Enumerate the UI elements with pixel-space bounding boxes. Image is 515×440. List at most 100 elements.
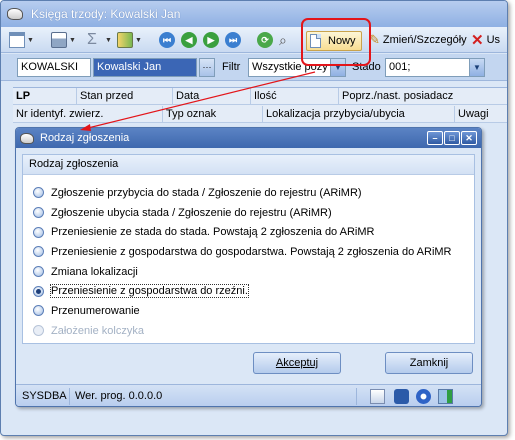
new-document-icon (310, 34, 321, 48)
filter-select-value: Wszystkie pozy (252, 61, 328, 73)
column-posiadacz[interactable]: Poprz./nast. posiadacz (339, 88, 507, 105)
delete-label: Us (486, 34, 501, 46)
status-bar: SYSDBA Wer. prog. 0.0.0.0 (16, 384, 481, 406)
grid-header: LP Stan przed Data Ilość Poprz./nast. po… (13, 87, 507, 123)
radio-option-label: Zgłoszenie przybycia do stada / Zgłoszen… (51, 186, 362, 199)
dropdown-arrow-icon: ▼ (135, 36, 142, 44)
radio-option-label: Przeniesienie ze stada do stada. Powstaj… (51, 226, 375, 239)
new-button-label: Nowy (328, 35, 356, 47)
radio-button-icon[interactable] (33, 266, 44, 278)
chevron-down-icon[interactable]: ▼ (330, 59, 345, 76)
column-uwagi[interactable]: Uwagi (455, 106, 507, 123)
column-typ-oznak[interactable]: Typ oznak (163, 106, 263, 123)
radio-button-icon[interactable] (33, 246, 44, 258)
main-titlebar: Księga trzody: Kowalski Jan (1, 1, 507, 27)
dropdown-arrow-icon: ▼ (69, 36, 76, 44)
column-nr-identyf[interactable]: Nr identyf. zwierz. (13, 106, 163, 123)
calculator-icon[interactable] (370, 389, 385, 404)
status-separator (356, 388, 357, 405)
filter-label: Filtr (222, 61, 241, 73)
search-button[interactable]: ⌕ (279, 30, 295, 50)
radio-option-label: Przenumerowanie (51, 304, 140, 317)
chevron-down-icon[interactable]: ▼ (469, 59, 484, 76)
radio-option[interactable]: Przeniesienie z gospodarstwa do rzeźni. (33, 281, 452, 301)
radio-button-icon[interactable] (33, 187, 44, 199)
status-separator (69, 388, 70, 405)
next-record-button[interactable]: ▶ (203, 30, 219, 50)
dialog-titlebar: Rodzaj zgłoszenia – □ ✕ (16, 128, 481, 148)
owner-name-field[interactable]: Kowalski Jan (93, 58, 197, 77)
export-icon (117, 32, 133, 48)
toolbar: ▼ ▼ Σ ▼ ▼ ⏮ ◀ ▶ ⏭ ⟳ ⌕ Nowy ✎ Zmień/Szcze… (1, 27, 507, 53)
owner-code-field[interactable]: KOWALSKI (17, 58, 91, 77)
first-record-icon: ⏮ (159, 32, 175, 48)
exit-icon[interactable] (438, 389, 453, 404)
filter-bar: KOWALSKI Kowalski Jan ··· Filtr Wszystki… (1, 54, 507, 81)
window-icon (9, 32, 25, 48)
close-button[interactable]: Zamknij (385, 352, 473, 374)
window-title: Księga trzody: Kowalski Jan (31, 7, 181, 21)
delete-button[interactable]: ✕ Us (471, 30, 500, 50)
column-stan-przed[interactable]: Stan przed (77, 88, 173, 105)
radio-option[interactable]: Przeniesienie z gospodarstwa do gospodar… (33, 242, 452, 262)
radio-option[interactable]: Przenumerowanie (33, 301, 452, 321)
column-data[interactable]: Data (173, 88, 251, 105)
app-logo-icon (20, 132, 34, 144)
radio-option-label: Zmiana lokalizacji (51, 265, 138, 278)
radio-button-icon[interactable] (33, 207, 44, 219)
accept-button[interactable]: Akceptuj (253, 352, 341, 374)
radio-button-icon[interactable] (33, 305, 44, 317)
radio-option[interactable]: Zmiana lokalizacji (33, 262, 452, 282)
radio-option-label: Założenie kolczyka (51, 324, 144, 337)
accept-button-label: Akceptuj (275, 357, 319, 369)
radio-option: Założenie kolczyka (33, 321, 452, 341)
column-lokalizacja[interactable]: Lokalizacja przybycia/ubycia (263, 106, 455, 123)
database-icon[interactable] (394, 389, 409, 404)
column-ilosc[interactable]: Ilość (251, 88, 339, 105)
radio-option[interactable]: Przeniesienie ze stada do stada. Powstaj… (33, 222, 452, 242)
last-record-icon: ⏭ (225, 32, 241, 48)
radio-option[interactable]: Zgłoszenie przybycia do stada / Zgłoszen… (33, 183, 452, 203)
close-icon[interactable]: ✕ (461, 131, 477, 145)
sum-menu-button[interactable]: Σ ▼ (87, 30, 112, 50)
dropdown-arrow-icon: ▼ (105, 36, 112, 44)
pencil-icon: ✎ (369, 32, 380, 47)
radio-list: Zgłoszenie przybycia do stada / Zgłoszen… (33, 183, 452, 341)
maximize-icon[interactable]: □ (444, 131, 460, 145)
status-version: Wer. prog. 0.0.0.0 (75, 390, 163, 402)
magnifier-icon: ⌕ (279, 32, 287, 48)
export-menu-button[interactable]: ▼ (117, 30, 142, 50)
edit-details-button[interactable]: ✎ Zmień/Szczegóły (369, 30, 467, 50)
radio-option[interactable]: Zgłoszenie ubycia stada / Zgłoszenie do … (33, 203, 452, 223)
radio-button-icon[interactable] (33, 226, 44, 238)
stado-select[interactable]: 001; ▼ (385, 58, 485, 77)
edit-details-label: Zmień/Szczegóły (382, 34, 467, 46)
column-lp[interactable]: LP (13, 88, 77, 105)
dialog-title: Rodzaj zgłoszenia (40, 132, 130, 144)
radio-button-icon[interactable] (33, 325, 44, 337)
app-logo-icon (7, 8, 23, 20)
view-menu-button[interactable]: ▼ (9, 30, 34, 50)
previous-record-button[interactable]: ◀ (181, 30, 197, 50)
last-record-button[interactable]: ⏭ (225, 30, 241, 50)
main-window: Księga trzody: Kowalski Jan ▼ ▼ Σ ▼ ▼ ⏮ … (0, 0, 508, 436)
radio-option-label: Zgłoszenie ubycia stada / Zgłoszenie do … (51, 206, 332, 219)
filter-select[interactable]: Wszystkie pozy ▼ (248, 58, 346, 77)
refresh-icon: ⟳ (257, 32, 273, 48)
new-button[interactable]: Nowy (306, 31, 362, 51)
report-type-group: Rodzaj zgłoszenia Zgłoszenie przybycia d… (22, 154, 475, 344)
stado-select-value: 001; (389, 61, 411, 73)
refresh-button[interactable]: ⟳ (257, 30, 273, 50)
report-type-dialog: Rodzaj zgłoszenia – □ ✕ Rodzaj zgłoszeni… (15, 127, 482, 407)
radio-button-icon[interactable] (33, 285, 44, 297)
group-header: Rodzaj zgłoszenia (23, 155, 474, 175)
radio-option-label: Przeniesienie z gospodarstwa do rzeźni. (50, 284, 249, 299)
settings-gear-icon[interactable] (416, 389, 431, 404)
minimize-icon[interactable]: – (427, 131, 443, 145)
first-record-button[interactable]: ⏮ (159, 30, 175, 50)
radio-option-label: Przeniesienie z gospodarstwa do gospodar… (51, 245, 452, 258)
print-menu-button[interactable]: ▼ (51, 30, 76, 50)
owner-browse-button[interactable]: ··· (199, 58, 215, 77)
sigma-icon: Σ (87, 31, 97, 48)
stado-label: Stado (352, 61, 381, 73)
